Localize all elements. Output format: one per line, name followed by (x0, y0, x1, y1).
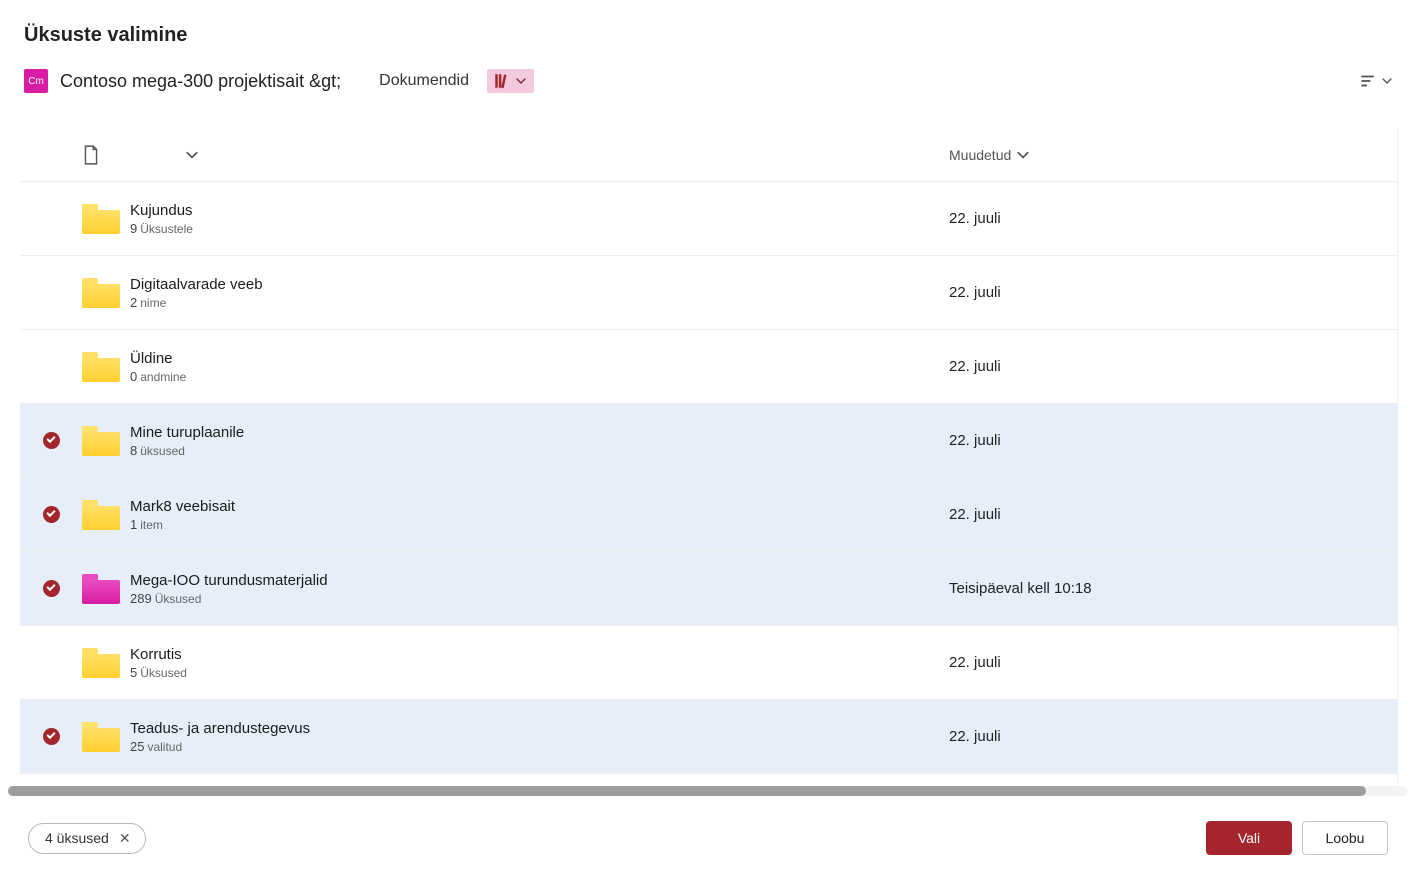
item-date: 22. juuli (949, 284, 1001, 301)
item-date: 22. juuli (949, 654, 1001, 671)
list-header: Muudetud (20, 128, 1397, 182)
folder-icon (82, 204, 120, 234)
select-button[interactable]: Vali (1206, 821, 1292, 855)
list-item[interactable]: Mega-IOO turundusmaterjalid 289Üksused Tei… (20, 552, 1397, 626)
list-item[interactable]: Üldine 0andmine 22. juuli (20, 330, 1397, 404)
folder-icon (82, 500, 120, 530)
file-list: Muudetud Kujundus9Üksustele22. juuliDigi… (20, 128, 1398, 786)
library-icon (493, 72, 511, 90)
horizontal-scrollbar[interactable] (8, 786, 1408, 796)
breadcrumb-library[interactable]: Dokumendid (373, 72, 475, 90)
item-name: Mega-IOO turundusmaterjalid (130, 572, 328, 589)
site-logo: Cm (24, 69, 48, 93)
list-item[interactable]: Mark8 veebisait 1item 22. juuli (20, 478, 1397, 552)
item-name: Mine turuplaanile (130, 424, 244, 441)
item-date: 22. juuli (949, 210, 1001, 227)
folder-icon (82, 426, 120, 456)
folder-icon (82, 278, 120, 308)
item-meta: 8üksused (130, 443, 244, 458)
item-date: Teisipäeval kell 10:18 (949, 580, 1092, 597)
item-date: 22. juuli (949, 728, 1001, 745)
item-name: Mark8 veebisait (130, 498, 235, 515)
folder-icon (82, 722, 120, 752)
chevron-down-icon (1017, 149, 1029, 161)
item-name: Digitaalvarade veeb (130, 276, 263, 293)
list-item[interactable]: Mine turuplaanile 8üksused 22. juuli (20, 404, 1397, 478)
item-date: 22. juuli (949, 506, 1001, 523)
list-item[interactable]: Korrutis 5Üksused 22. juuli (20, 626, 1397, 700)
item-meta: 1item (130, 517, 235, 532)
chevron-down-icon (186, 149, 198, 161)
folder-icon (82, 648, 120, 678)
item-meta: 2nime (130, 295, 263, 310)
item-meta: 0andmine (130, 369, 186, 384)
list-view-icon (1358, 72, 1376, 90)
item-meta: 25valitud (130, 739, 310, 754)
item-meta: 5Üksused (130, 665, 187, 680)
view-options-button[interactable] (1358, 72, 1392, 90)
selection-count-pill[interactable]: 4 üksused ✕ (28, 823, 146, 854)
checkmark-icon[interactable] (43, 728, 60, 745)
column-modified-header[interactable]: Muudetud (949, 147, 1389, 163)
cancel-button[interactable]: Loobu (1302, 821, 1388, 855)
list-item[interactable]: Digitaalvarade veeb 2nime 22. juuli (20, 256, 1397, 330)
selection-count-label: 4 üksused (45, 830, 109, 846)
item-date: 22. juuli (949, 358, 1001, 375)
checkmark-icon[interactable] (43, 506, 60, 523)
item-name: Korrutis (130, 646, 187, 663)
item-date: 22. juuli (949, 432, 1001, 449)
item-meta: 9Üksustele (130, 221, 193, 236)
breadcrumb-site[interactable]: Contoso mega-300 projektisait &gt; (60, 71, 341, 92)
file-type-icon (82, 145, 100, 165)
folder-icon (82, 574, 120, 604)
checkmark-icon[interactable] (43, 580, 60, 597)
column-modified-label: Muudetud (949, 147, 1011, 163)
item-name: Kujundus (130, 202, 193, 219)
item-name: Teadus- ja arendustegevus (130, 720, 310, 737)
close-icon[interactable]: ✕ (119, 830, 131, 847)
chevron-down-icon (516, 76, 526, 86)
checkmark-icon[interactable] (43, 432, 60, 449)
dialog-footer: 4 üksused ✕ Vali Loobu (0, 802, 1416, 874)
list-item[interactable]: Teadus- ja arendustegevus 25valitud 22. ju… (20, 700, 1397, 774)
dialog-title: Üksuste valimine (0, 0, 1416, 65)
scrollbar-thumb[interactable] (8, 786, 1366, 796)
list-item[interactable]: Kujundus 9Üksustele 22. juuli (20, 182, 1397, 256)
chevron-down-icon (1382, 76, 1392, 86)
folder-icon (82, 352, 120, 382)
item-name: Üldine (130, 350, 186, 367)
breadcrumb: Cm Contoso mega-300 projektisait &gt; Do… (0, 65, 1416, 111)
library-picker-chip[interactable] (487, 69, 534, 93)
item-meta: 289Üksused (130, 591, 328, 606)
column-name-header[interactable] (130, 149, 949, 161)
